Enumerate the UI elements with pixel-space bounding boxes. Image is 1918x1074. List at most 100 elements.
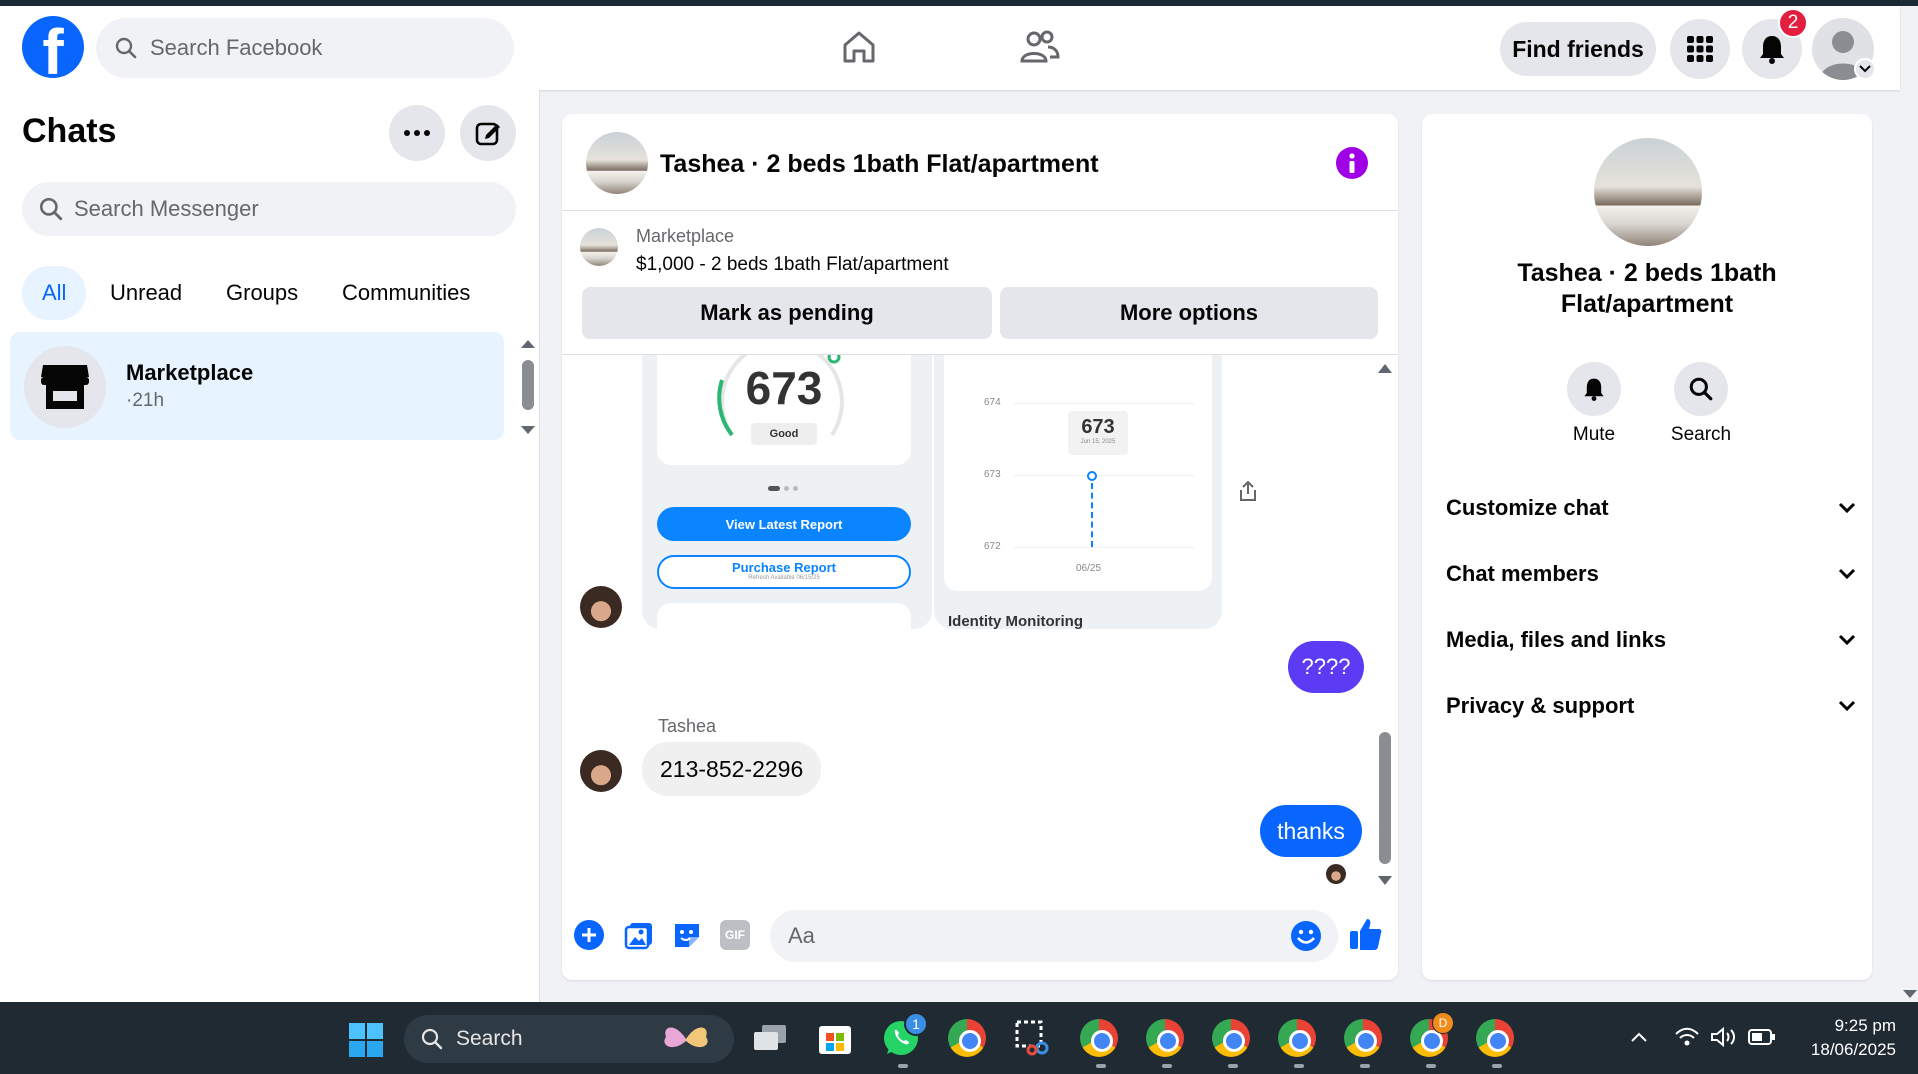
sender-avatar[interactable] [580,750,622,792]
listing-thumbnail[interactable] [580,228,618,266]
app-running-indicator [1294,1064,1304,1068]
chrome-profile-icon[interactable] [1273,1014,1321,1062]
seen-indicator-avatar [1326,864,1346,884]
message-input[interactable]: Aa [770,910,1338,962]
messenger-search-placeholder: Search Messenger [74,196,259,221]
outgoing-message[interactable]: thanks [1260,805,1362,857]
page-scroll-down-icon[interactable] [1903,990,1917,998]
media-files-links-row[interactable]: Media, files and links [1446,615,1856,665]
sidebar-scrollbar-thumb[interactable] [522,360,534,410]
chrome-profile-icon[interactable] [1141,1014,1189,1062]
sidebar-scroll-down-icon[interactable] [521,426,535,434]
next-card [657,603,911,629]
plus-icon [582,928,596,942]
sticker-button[interactable] [672,920,702,955]
wifi-icon[interactable] [1674,1026,1700,1053]
app-running-indicator [1162,1064,1172,1068]
conversation-avatar[interactable] [586,132,648,194]
credit-score-label: Good [751,423,817,445]
conversation-info-button[interactable] [1336,147,1368,179]
compose-icon [475,122,500,146]
show-hidden-icons-chevron-icon[interactable] [1630,1030,1648,1048]
microsoft-store-icon[interactable] [811,1014,859,1062]
tab-unread[interactable]: Unread [90,266,202,320]
chrome-profile-icon[interactable] [1471,1014,1519,1062]
conversation-scroll-up-icon[interactable] [1378,364,1392,373]
clock-time[interactable]: 9:25 pm [1786,1016,1896,1036]
details-title: Tashea · 2 beds 1bath Flat/apartment [1517,259,1777,318]
find-friends-button[interactable]: Find friends [1500,22,1656,76]
taskbar-search-box[interactable]: Search [404,1015,734,1063]
sidebar-scroll-up-icon[interactable] [521,340,535,348]
grid-icon [1687,36,1713,62]
app-running-indicator [1228,1064,1238,1068]
incoming-message[interactable]: 213-852-2296 [642,742,822,796]
tab-groups[interactable]: Groups [206,266,318,320]
volume-icon[interactable] [1710,1026,1738,1053]
taskbar-search-label: Search [456,1027,523,1050]
chrome-profile-icon[interactable] [1207,1014,1255,1062]
whatsapp-badge: 1 [904,1012,928,1036]
conversation-title[interactable]: Tashea · 2 beds 1bath Flat/apartment [660,150,1099,179]
emoji-button[interactable] [1290,920,1322,957]
facebook-logo[interactable]: f [22,16,84,78]
purchase-report-label: Purchase Report [731,560,837,575]
chrome-icon[interactable] [943,1014,991,1062]
app-running-indicator [898,1064,908,1068]
gif-icon[interactable]: GIF [720,920,750,950]
chrome-profile-badge: D [1432,1012,1454,1034]
customize-chat-row[interactable]: Customize chat [1446,483,1856,533]
new-message-button[interactable] [460,105,516,161]
sender-avatar[interactable] [580,586,622,628]
outgoing-message[interactable]: ???? [1288,641,1364,693]
message-input-placeholder: Aa [788,923,815,948]
facebook-search-input[interactable]: Search Facebook [96,18,514,78]
more-options-button[interactable]: More options [1000,287,1378,339]
shared-image[interactable]: 673 Good View Latest Report Purchase Rep… [642,355,1222,629]
graph-x-tick: 06/25 [1076,563,1102,574]
task-view-icon[interactable] [746,1014,794,1062]
privacy-support-label: Privacy & support [1446,693,1635,718]
photo-button[interactable] [624,920,654,955]
carousel-dot [793,486,798,491]
chats-more-button[interactable] [389,105,445,161]
conversation-scrollbar-thumb[interactable] [1379,732,1391,864]
clock-date[interactable]: 18/06/2025 [1786,1040,1896,1060]
sticker-icon [675,924,699,947]
privacy-support-row[interactable]: Privacy & support [1446,681,1856,731]
conversation-scroll-down-icon[interactable] [1378,876,1392,885]
chrome-profile-icon[interactable] [1075,1014,1123,1062]
add-attachment-button[interactable] [574,920,604,950]
notification-count-badge: 2 [1778,8,1808,38]
chat-members-label: Chat members [1446,561,1599,586]
mark-as-pending-button[interactable]: Mark as pending [582,287,992,339]
details-avatar[interactable] [1594,138,1702,246]
chevron-down-icon [1838,634,1856,646]
share-icon[interactable] [1238,480,1258,507]
customize-chat-label: Customize chat [1446,495,1609,520]
graph-tooltip: 673 Jun 15, 2025 [1068,411,1128,455]
search-in-conversation-button[interactable] [1674,362,1728,416]
thumbs-up-icon [1350,919,1382,950]
mute-button[interactable] [1567,362,1621,416]
menu-grid-button[interactable] [1670,19,1730,79]
messenger-search-input[interactable]: Search Messenger [22,182,516,236]
listing-source: Marketplace [636,226,735,246]
home-icon[interactable] [834,22,884,72]
battery-icon[interactable] [1748,1029,1776,1050]
shop-icon [41,365,89,409]
purchase-report-button: Purchase Report Refresh Available 06/15/… [657,555,911,589]
chrome-profile-icon[interactable] [1339,1014,1387,1062]
tab-communities[interactable]: Communities [322,266,490,320]
snipping-tool-icon[interactable] [1009,1014,1057,1062]
like-button[interactable] [1348,916,1384,957]
chat-list-item[interactable]: Marketplace ·21h [10,332,504,440]
app-running-indicator [1492,1064,1502,1068]
friends-icon[interactable] [1014,22,1064,72]
tab-all[interactable]: All [22,266,87,320]
graph-y-tick: 673 [984,469,1001,480]
account-chevron-icon[interactable] [1854,58,1876,80]
listing-description[interactable]: $1,000 - 2 beds 1bath Flat/apartment [636,254,949,276]
chat-members-row[interactable]: Chat members [1446,549,1856,599]
windows-start-icon[interactable] [348,1022,384,1063]
